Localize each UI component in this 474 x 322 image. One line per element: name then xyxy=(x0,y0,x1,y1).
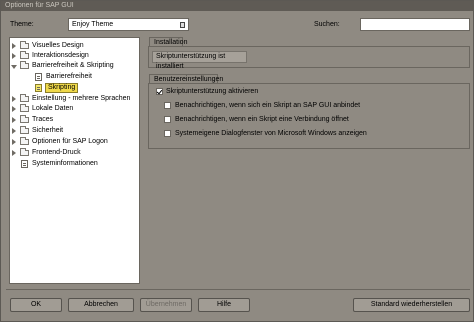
reset-defaults-button[interactable]: Standard wiederherstellen xyxy=(353,298,470,312)
folder-icon xyxy=(20,51,29,59)
native-dialogs-checkbox[interactable] xyxy=(164,130,171,137)
reset-defaults-button-label: Standard wiederherstellen xyxy=(370,301,453,308)
expand-icon[interactable] xyxy=(12,128,16,134)
tree-item-label: Traces xyxy=(32,116,54,123)
tree-item-interaktionsdesign[interactable]: Interaktionsdesign xyxy=(10,51,139,61)
expand-icon[interactable] xyxy=(12,106,16,112)
notify-connection-checkbox[interactable] xyxy=(164,116,171,123)
navigation-tree: Visuelles Design Interaktionsdesign Barr… xyxy=(9,37,140,284)
native-dialogs-label: Systemeigene Dialogfenster von Microsoft… xyxy=(175,130,367,137)
enable-scripting-checkbox[interactable] xyxy=(156,88,163,95)
ok-button-label: OK xyxy=(30,301,42,308)
tree-item-label: Sicherheit xyxy=(32,127,64,134)
ok-button[interactable]: OK xyxy=(10,298,62,312)
tree-item-label: Lokale Daten xyxy=(32,105,74,112)
tree-item-label: Skripting xyxy=(45,83,79,93)
tree-item-barrierefreiheit-skripting[interactable]: Barrierefreiheit & Skripting xyxy=(10,61,139,71)
tree-item-lokale-daten[interactable]: Lokale Daten xyxy=(10,104,139,114)
tree-item-sap-logon[interactable]: Optionen für SAP Logon xyxy=(10,137,139,147)
notify-attach-label: Benachrichtigen, wenn sich ein Skript an… xyxy=(175,102,361,109)
folder-open-icon xyxy=(20,61,29,69)
enable-scripting-label: Skriptunterstützung aktivieren xyxy=(166,88,259,95)
expand-icon[interactable] xyxy=(12,43,16,49)
folder-icon xyxy=(20,94,29,102)
expand-icon[interactable] xyxy=(12,117,16,123)
tree-item-skripting[interactable]: Skripting xyxy=(32,83,139,93)
expand-icon[interactable] xyxy=(12,150,16,156)
tree-item-mehrere-sprachen[interactable]: Einstellung - mehrere Sprachen xyxy=(10,94,139,104)
tree-item-systeminformationen[interactable]: Systeminformationen xyxy=(10,159,139,169)
expand-icon[interactable] xyxy=(12,53,16,59)
tree-item-sicherheit[interactable]: Sicherheit xyxy=(10,126,139,136)
help-button[interactable]: Hilfe xyxy=(198,298,250,312)
folder-icon xyxy=(20,148,29,156)
apply-button[interactable]: Übernehmen xyxy=(140,298,192,312)
user-settings-group: Skriptunterstützung aktivieren Benachric… xyxy=(148,83,470,149)
expand-icon[interactable] xyxy=(12,96,16,102)
tree-item-label: Barrierefreiheit & Skripting xyxy=(32,62,114,69)
page-icon xyxy=(35,84,42,92)
folder-icon xyxy=(20,115,29,123)
tree-item-barrierefreiheit[interactable]: Barrierefreiheit xyxy=(32,72,139,82)
window-title: Optionen für SAP GUI xyxy=(5,2,74,9)
help-button-label: Hilfe xyxy=(216,301,231,308)
tree-item-traces[interactable]: Traces xyxy=(10,115,139,125)
collapse-icon[interactable] xyxy=(11,65,17,69)
notify-attach-checkbox[interactable] xyxy=(164,102,171,109)
tree-item-label: Einstellung - mehrere Sprachen xyxy=(32,95,131,102)
folder-icon xyxy=(20,126,29,134)
folder-icon xyxy=(20,137,29,145)
tree-item-label: Interaktionsdesign xyxy=(32,52,89,59)
theme-label: Theme: xyxy=(10,21,34,28)
tree-item-label: Systeminformationen xyxy=(32,160,98,167)
folder-icon xyxy=(20,104,29,112)
installation-status: Skriptunterstützung ist installiert xyxy=(152,51,247,70)
tree-item-label: Barrierefreiheit xyxy=(46,73,92,80)
divider xyxy=(6,289,470,290)
expand-icon[interactable] xyxy=(12,139,16,145)
tree-item-label: Frontend-Druck xyxy=(32,149,81,156)
cancel-button-label: Abbrechen xyxy=(84,301,118,308)
notify-connection-label: Benachrichtigen, wenn ein Skript eine Ve… xyxy=(175,116,349,123)
options-dialog: Optionen für SAP GUI Theme: Enjoy Theme … xyxy=(0,0,474,322)
folder-icon xyxy=(20,41,29,49)
dropdown-icon[interactable] xyxy=(180,22,185,28)
tree-item-label: Optionen für SAP Logon xyxy=(32,138,108,145)
page-icon xyxy=(21,160,28,168)
tree-item-visuelles-design[interactable]: Visuelles Design xyxy=(10,41,139,51)
title-bar[interactable]: Optionen für SAP GUI xyxy=(1,1,473,11)
search-input[interactable] xyxy=(360,18,470,31)
installation-group: Skriptunterstützung ist installiert xyxy=(148,46,470,70)
search-label: Suchen: xyxy=(314,21,340,28)
tree-item-frontend-druck[interactable]: Frontend-Druck xyxy=(10,148,139,158)
apply-button-label: Übernehmen xyxy=(145,301,187,308)
tree-item-label: Visuelles Design xyxy=(32,42,84,49)
theme-select[interactable]: Enjoy Theme xyxy=(68,18,189,31)
theme-value: Enjoy Theme xyxy=(72,21,114,28)
page-icon xyxy=(35,73,42,81)
cancel-button[interactable]: Abbrechen xyxy=(68,298,134,312)
